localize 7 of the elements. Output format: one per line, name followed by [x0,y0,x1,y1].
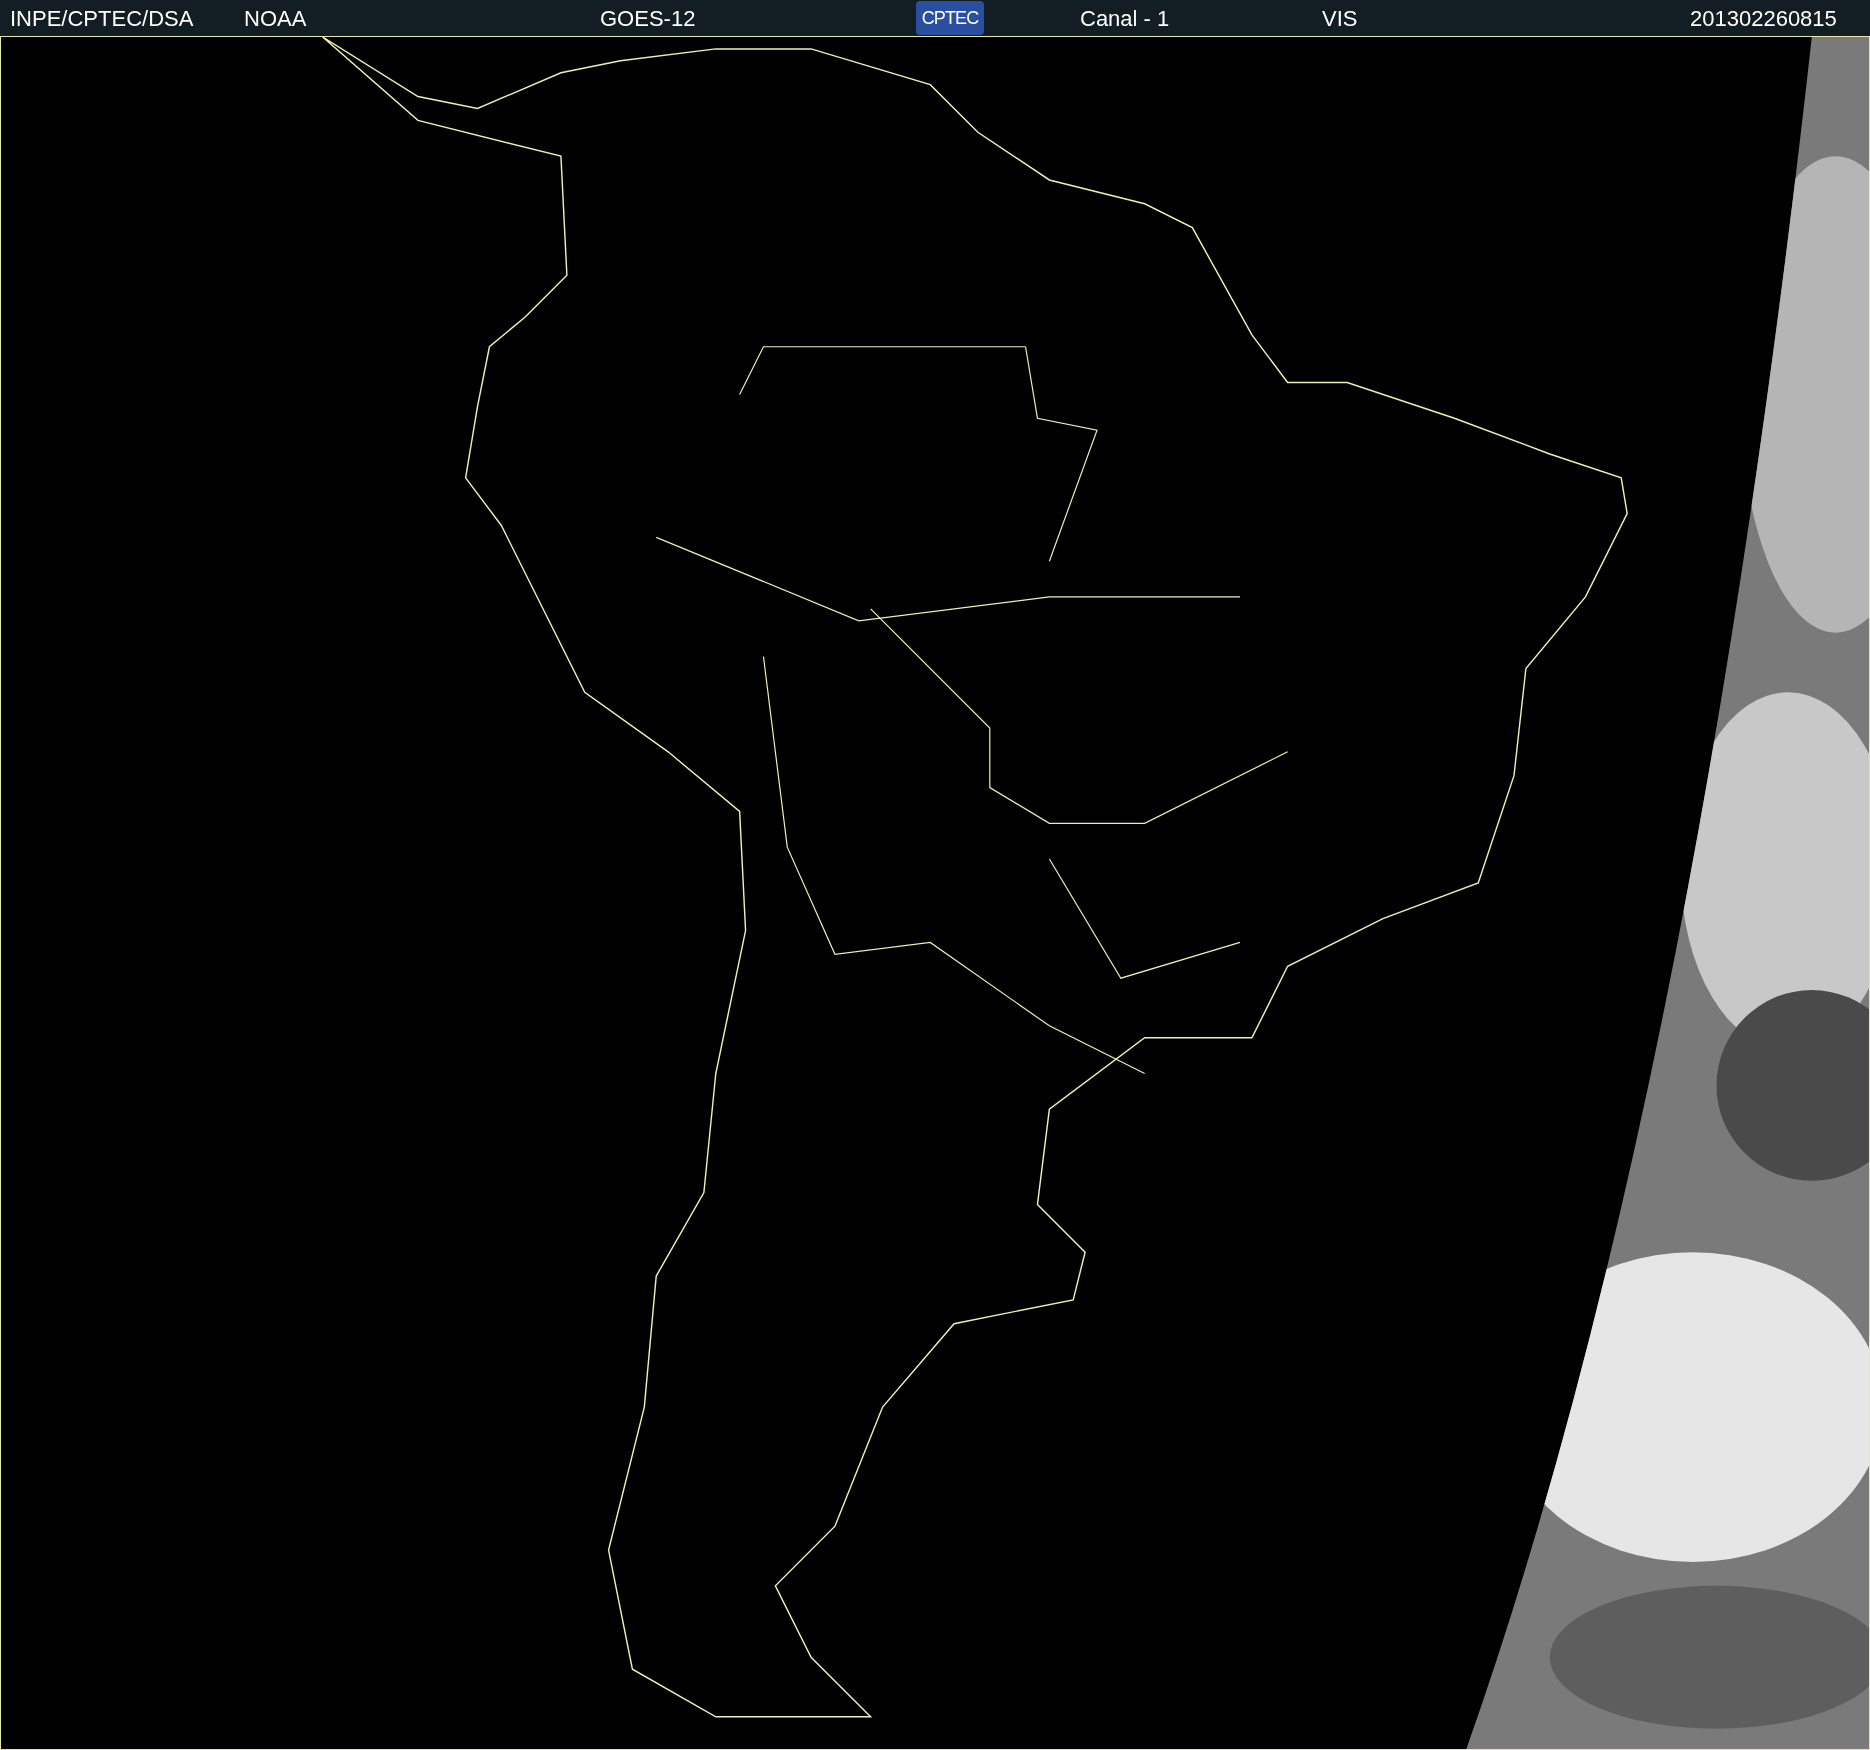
header-label: INPE/CPTEC/DSA [10,4,194,33]
header-label: Canal - 1 [1080,4,1170,33]
header-label: 201302260815 [1690,4,1837,33]
logo: CPTEC [916,1,984,35]
header-label: VIS [1322,4,1358,33]
header-label: GOES-12 [600,4,696,33]
header-label: NOAA [244,4,307,33]
